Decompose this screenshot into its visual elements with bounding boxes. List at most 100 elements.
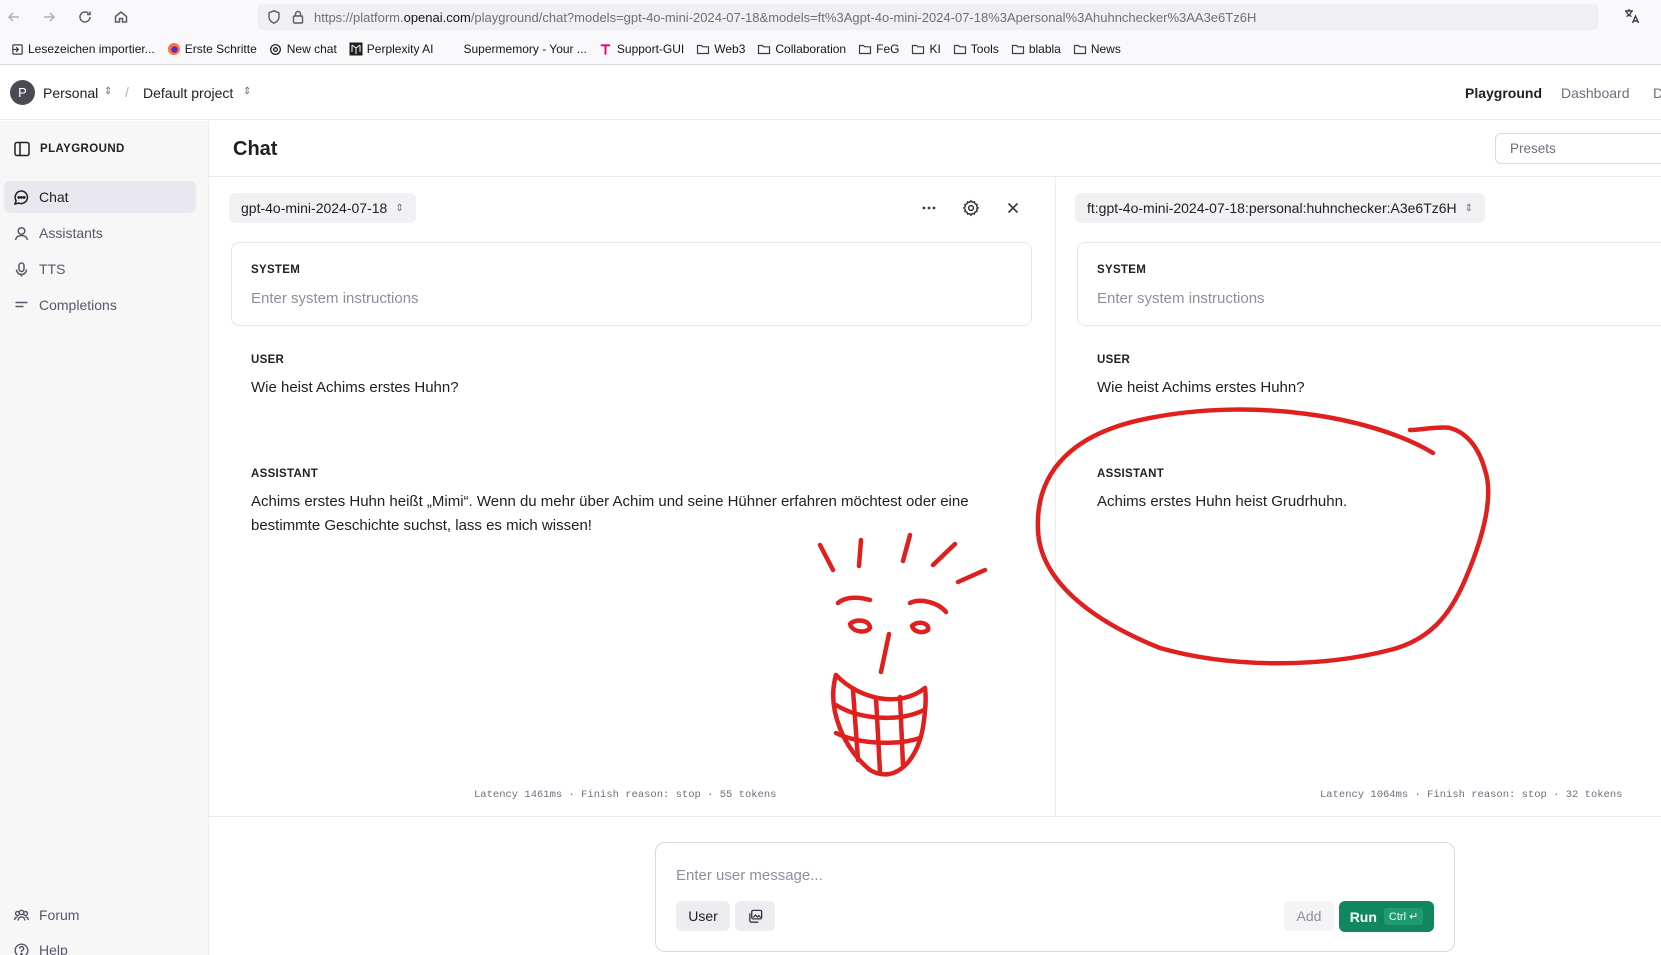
folder-icon: [757, 42, 771, 56]
home-icon[interactable]: [109, 5, 133, 29]
shield-icon[interactable]: [266, 9, 282, 25]
folder-icon: [1011, 42, 1025, 56]
gear-icon[interactable]: [960, 197, 982, 219]
sidebar: PLAYGROUND Chat Assistants TTS Completio…: [0, 121, 209, 955]
bookmark-item[interactable]: blabla: [1005, 37, 1067, 61]
sidebar-item-chat[interactable]: Chat: [4, 181, 196, 213]
bookmark-item[interactable]: Web3: [690, 37, 751, 61]
message-composer: Enter user message... User Add Run Ctrl …: [655, 842, 1455, 952]
bookmark-label: Tools: [970, 42, 999, 56]
bookmark-item[interactable]: Tools: [947, 37, 1005, 61]
folder-icon: [1073, 42, 1087, 56]
url-bar[interactable]: https://platform.openai.com/playground/c…: [258, 4, 1598, 30]
url-text: https://platform.openai.com/playground/c…: [314, 9, 1257, 25]
more-options-icon[interactable]: [918, 197, 940, 219]
nav-dashboard[interactable]: Dashboard: [1561, 85, 1630, 101]
response-meta: Latency 1461ms · Finish reason: stop · 5…: [474, 789, 777, 801]
bookmark-label: Web3: [714, 42, 746, 56]
sidebar-item-help[interactable]: Help: [4, 934, 196, 955]
sidebar-toggle-icon[interactable]: [13, 140, 31, 158]
user-message[interactable]: Wie heist Achims erstes Huhn?: [1097, 376, 1637, 400]
page-title: Chat: [233, 138, 278, 160]
forward-arrow-icon[interactable]: [37, 5, 61, 29]
response-meta: Latency 1064ms · Finish reason: stop · 3…: [1320, 789, 1623, 801]
reload-icon[interactable]: [73, 5, 97, 29]
bookmark-item[interactable]: New chat: [263, 37, 343, 61]
divider: [209, 176, 1661, 177]
sidebar-item-forum[interactable]: Forum: [4, 899, 196, 931]
bookmark-label: New chat: [286, 42, 337, 56]
user-message[interactable]: Wie heist Achims erstes Huhn?: [251, 376, 1011, 400]
divider: [209, 816, 1661, 817]
assistant-message[interactable]: Achims erstes Huhn heißt „Mimi“. Wenn du…: [251, 490, 1011, 538]
bookmark-label: FeG: [876, 42, 900, 56]
microphone-icon: [13, 261, 30, 278]
org-switcher[interactable]: Personal: [43, 85, 98, 101]
sidebar-item-label: Forum: [39, 907, 80, 923]
role-toggle-button[interactable]: User: [676, 901, 730, 931]
assistant-message[interactable]: Achims erstes Huhn heist Grudrhuhn.: [1097, 490, 1637, 514]
presets-select[interactable]: Presets: [1495, 133, 1661, 164]
column-divider: [1055, 177, 1056, 817]
assistant-role-label[interactable]: ASSISTANT: [1097, 468, 1164, 480]
sidebar-item-assistants[interactable]: Assistants: [4, 217, 196, 249]
image-stack-icon: [748, 909, 762, 923]
blank-icon: [446, 42, 460, 56]
sidebar-item-label: Chat: [39, 189, 69, 205]
chat-bubble-icon: [13, 189, 30, 206]
chevron-up-down-icon[interactable]: ⇕: [104, 86, 112, 97]
add-message-button[interactable]: Add: [1284, 901, 1334, 931]
close-icon[interactable]: [1002, 197, 1024, 219]
bookmark-label: Supermemory - Your ...: [463, 42, 587, 56]
system-input[interactable]: Enter system instructions: [1097, 290, 1265, 307]
bookmark-label: News: [1090, 42, 1121, 56]
bookmark-item[interactable]: Perplexity AI: [343, 37, 440, 61]
org-avatar[interactable]: P: [10, 80, 35, 105]
sidebar-item-label: Completions: [39, 297, 117, 313]
bookmark-item[interactable]: Collaboration: [751, 37, 852, 61]
bookmark-label: blabla: [1028, 42, 1061, 56]
model-selector[interactable]: gpt-4o-mini-2024-07-18 ⇕: [229, 193, 416, 223]
system-input[interactable]: Enter system instructions: [251, 290, 419, 307]
bookmark-item[interactable]: Erste Schritte: [161, 37, 263, 61]
user-message-input[interactable]: Enter user message...: [676, 867, 823, 884]
bookmark-item[interactable]: Lesezeichen importier...: [4, 37, 161, 61]
perplexity-icon: [349, 42, 363, 56]
sidebar-item-tts[interactable]: TTS: [4, 253, 196, 285]
run-button[interactable]: Run Ctrl ↵: [1339, 901, 1434, 932]
back-arrow-icon[interactable]: [2, 5, 26, 29]
folder-icon: [953, 42, 967, 56]
bookmark-label: KI: [929, 42, 941, 56]
chevron-up-down-icon[interactable]: ⇕: [243, 86, 251, 97]
bookmark-item[interactable]: KI: [905, 37, 946, 61]
assistant-role-label[interactable]: ASSISTANT: [251, 468, 318, 480]
sidebar-item-label: Help: [39, 942, 68, 955]
system-instructions-box[interactable]: SYSTEM Enter system instructions: [231, 242, 1032, 326]
folder-icon: [696, 42, 710, 56]
attach-image-button[interactable]: [735, 901, 775, 931]
bookmarks-bar: Lesezeichen importier... Erste Schritte Ne…: [0, 34, 1661, 65]
bookmark-item[interactable]: Supermemory - Your ...: [440, 37, 593, 61]
telekom-icon: [599, 42, 613, 56]
bookmark-item[interactable]: News: [1067, 37, 1127, 61]
import-icon: [10, 42, 24, 56]
bookmark-item[interactable]: FeG: [852, 37, 905, 61]
sidebar-item-label: TTS: [39, 261, 66, 277]
nav-docs[interactable]: D: [1653, 85, 1661, 101]
nav-playground[interactable]: Playground: [1465, 85, 1542, 101]
red-smiley-annotation: [817, 532, 988, 777]
system-instructions-box[interactable]: SYSTEM Enter system instructions: [1077, 242, 1661, 326]
chevron-up-down-icon: ⇕: [395, 202, 404, 214]
project-switcher[interactable]: Default project: [143, 85, 233, 101]
sidebar-item-completions[interactable]: Completions: [4, 289, 196, 321]
bookmark-item[interactable]: Support-GUI: [593, 37, 690, 61]
users-icon: [13, 907, 30, 924]
user-role-label[interactable]: USER: [251, 354, 284, 366]
lock-icon[interactable]: [290, 9, 306, 25]
run-shortcut: Ctrl ↵: [1383, 908, 1424, 925]
model-selector[interactable]: ft:gpt-4o-mini-2024-07-18:personal:huhnc…: [1075, 193, 1486, 223]
completions-icon: [13, 297, 30, 314]
user-role-label[interactable]: USER: [1097, 354, 1130, 366]
bookmark-label: Perplexity AI: [366, 42, 434, 56]
translate-icon[interactable]: [1623, 7, 1641, 25]
